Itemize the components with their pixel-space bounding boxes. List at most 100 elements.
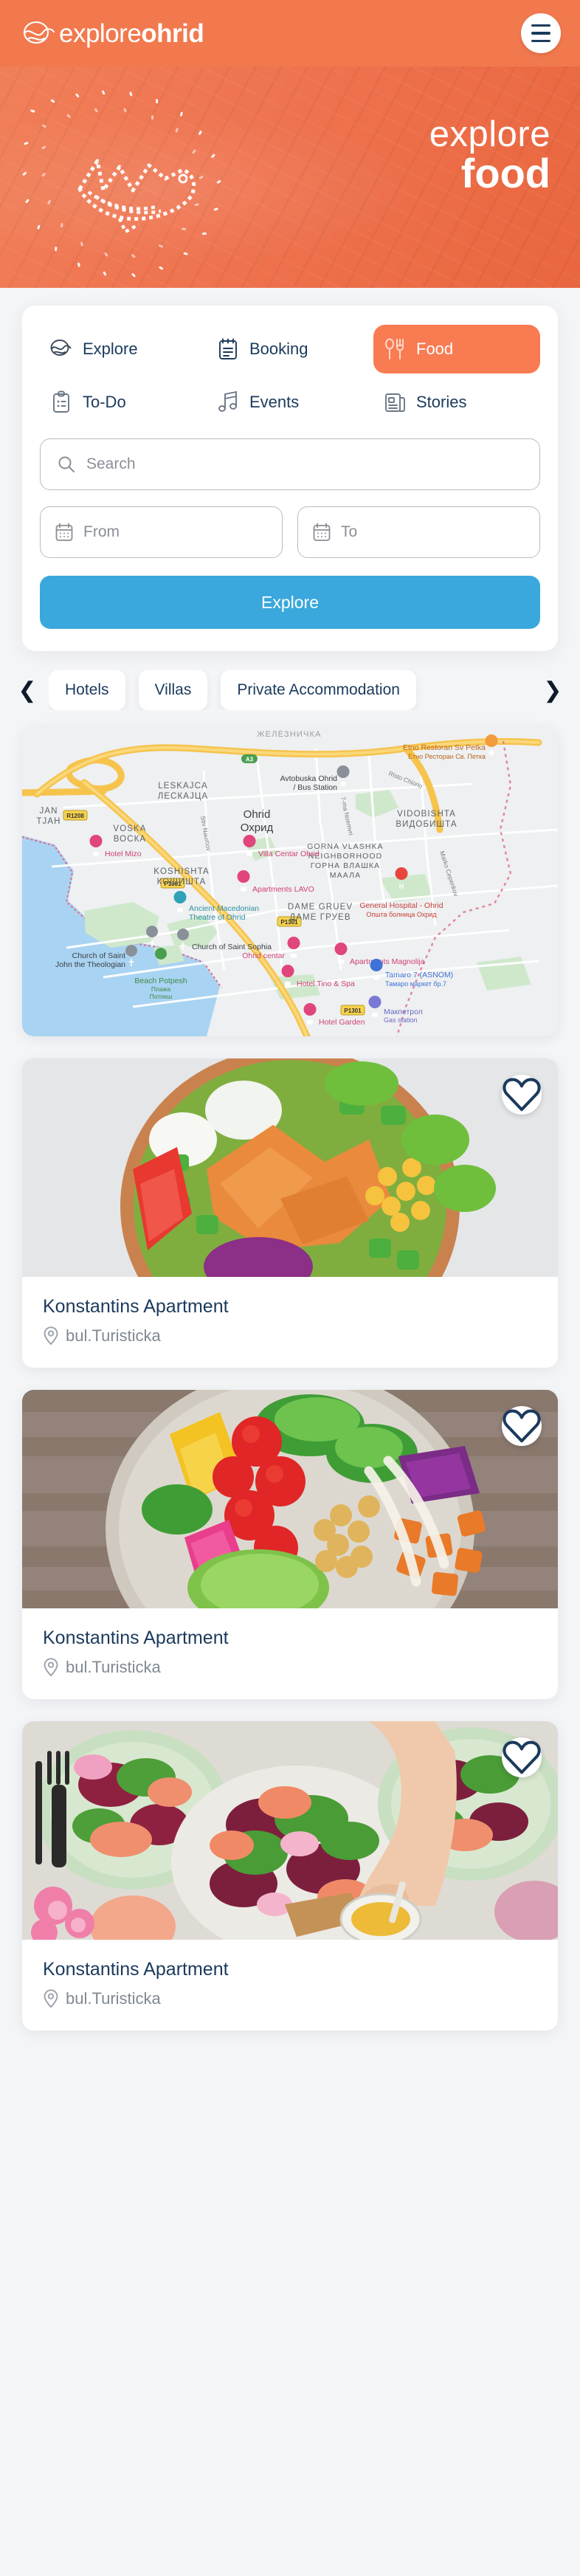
svg-text:ВИДОБИШТА: ВИДОБИШТА (396, 820, 457, 829)
road-shield: P1301 (340, 1005, 365, 1016)
listing-location: bul.Turisticka (43, 1326, 537, 1346)
heart-outline-icon (503, 1078, 541, 1112)
brand-logo[interactable]: exploreohrid (22, 18, 204, 48)
filter-chip-private-accommodation[interactable]: Private Accommodation (221, 670, 416, 710)
svg-text:Gas station: Gas station (384, 1016, 418, 1024)
svg-text:P1301: P1301 (344, 1008, 362, 1014)
clipboard-check-icon (49, 390, 74, 415)
svg-text:Ancient Macedonian: Ancient Macedonian (189, 904, 259, 913)
listing-title: Konstantins Apartment (43, 1296, 229, 1317)
road-shield: A3 (241, 754, 258, 763)
heart-outline-icon (503, 1409, 541, 1443)
search-input[interactable]: Search (40, 438, 540, 490)
nav-label-events: Events (249, 393, 300, 411)
svg-text:ГОРНА ВЛАШКА: ГОРНА ВЛАШКА (311, 861, 381, 870)
nav-item-todo[interactable]: To-Do (40, 378, 207, 427)
listing-details: Konstantins Apartment bul.Turisticka (22, 1608, 558, 1699)
listing-details: Konstantins Apartment bul.Turisticka (22, 1277, 558, 1368)
svg-text:Општа болница Охрид: Општа болница Охрид (366, 911, 437, 918)
nav-item-food[interactable]: Food (373, 325, 540, 373)
svg-text:Villa Centar Ohrid: Villa Centar Ohrid (258, 850, 320, 858)
filter-chips-row: ❮ Hotels Villas Private Accommodation ❯ (0, 651, 580, 726)
svg-text:МААЛА: МААЛА (330, 871, 361, 880)
svg-text:/ Bus Station: / Bus Station (293, 783, 337, 792)
chevron-right-icon[interactable]: ❯ (540, 674, 565, 706)
svg-text:Etno Restoran Sv Petka: Etno Restoran Sv Petka (403, 743, 486, 752)
calendar-icon (55, 523, 73, 541)
search-panel: Explore Booking Food To-Do Events Storie… (22, 306, 558, 651)
salad-bowl-photo (22, 1058, 558, 1277)
nav-item-events[interactable]: Events (207, 378, 373, 427)
listing-card[interactable]: Konstantins Apartment bul.Turisticka (22, 1721, 558, 2031)
favorite-button[interactable] (502, 1738, 542, 1777)
svg-text:Потпеш: Потпеш (150, 993, 173, 1000)
dotted-fish-illustration (22, 90, 221, 278)
listing-image (22, 1721, 558, 1940)
svg-text:Плажа: Плажа (151, 985, 170, 993)
nav-label-food: Food (416, 340, 454, 358)
ohrid-map: R1208 P1301 A3 P1301 P1301 LESKAJCA ЛЕСК… (22, 726, 558, 1036)
listing-location: bul.Turisticka (43, 1658, 537, 1677)
svg-text:H: H (399, 883, 404, 890)
favorite-button[interactable] (502, 1406, 542, 1446)
explore-submit-button[interactable]: Explore (40, 576, 540, 629)
map-widget[interactable]: R1208 P1301 A3 P1301 P1301 LESKAJCA ЛЕСК… (22, 726, 558, 1036)
heart-outline-icon (503, 1740, 541, 1774)
filter-chips: Hotels Villas Private Accommodation (49, 670, 531, 710)
listing-card[interactable]: Konstantins Apartment bul.Turisticka (22, 1058, 558, 1368)
svg-text:John the Theologian: John the Theologian (55, 960, 125, 969)
map-pin-icon (44, 1326, 58, 1346)
svg-text:Макпетрол: Макпетрол (384, 1008, 423, 1016)
map-pin-icon (44, 1989, 58, 2008)
svg-text:Church of Saint Sophia: Church of Saint Sophia (192, 943, 272, 951)
nav-item-explore[interactable]: Explore (40, 325, 207, 373)
chevron-left-icon[interactable]: ❮ (15, 674, 40, 706)
app-screen: explore ohrid explore food Explore Bookin… (0, 0, 580, 2576)
hamburger-menu-icon[interactable] (521, 13, 561, 53)
compass-wave-icon (49, 337, 74, 362)
svg-text:Етно Ресторан Св. Петка: Етно Ресторан Св. Петка (408, 753, 486, 760)
date-from-placeholder: From (83, 523, 120, 540)
logo-bold: ohrid (141, 18, 204, 48)
svg-text:Hotel Tino & Spa: Hotel Tino & Spa (297, 979, 355, 988)
svg-text:VOSKA: VOSKA (113, 824, 146, 833)
listing-title: Konstantins Apartment (43, 1628, 229, 1648)
listing-location-text: bul.Turisticka (66, 1326, 161, 1345)
listing-image (22, 1390, 558, 1608)
date-to-placeholder: To (341, 523, 358, 540)
svg-text:General Hospital - Ohrid: General Hospital - Ohrid (359, 901, 443, 910)
svg-text:LESKAJCA: LESKAJCA (158, 782, 208, 791)
svg-text:ДАМЕ ГРУЕВ: ДАМЕ ГРУЕВ (289, 913, 351, 922)
listing-image (22, 1058, 558, 1277)
newspaper-icon (382, 390, 407, 415)
nav-item-stories[interactable]: Stories (373, 378, 540, 427)
svg-text:Ohrid: Ohrid (244, 808, 271, 821)
listing-details: Konstantins Apartment bul.Turisticka (22, 1940, 558, 2031)
date-to-input[interactable]: To (297, 506, 540, 558)
svg-text:Apartments Magnolija: Apartments Magnolija (350, 957, 425, 966)
svg-text:Avtobuska Ohrid: Avtobuska Ohrid (280, 774, 338, 783)
filter-chip-villas[interactable]: Villas (138, 670, 208, 710)
nav-item-booking[interactable]: Booking (207, 325, 373, 373)
favorite-button[interactable] (502, 1075, 542, 1115)
nav-label-stories: Stories (416, 393, 467, 411)
svg-text:ЖЕЛЕЗНИЧКА: ЖЕЛЕЗНИЧКА (257, 730, 321, 739)
filter-chip-hotels[interactable]: Hotels (49, 670, 125, 710)
listing-card[interactable]: Konstantins Apartment bul.Turisticka (22, 1390, 558, 1699)
spoon-fork-icon (382, 337, 407, 362)
calendar-icon (313, 523, 331, 541)
svg-text:Tamaro 7 (ASNOM): Tamaro 7 (ASNOM) (385, 971, 453, 979)
listing-location-text: bul.Turisticka (66, 1989, 161, 2008)
svg-text:Beach Potpesh: Beach Potpesh (134, 977, 187, 985)
listing-location-text: bul.Turisticka (66, 1658, 161, 1676)
hero-title-line1: explore (429, 114, 550, 154)
svg-text:R1208: R1208 (66, 813, 84, 819)
music-note-icon (215, 390, 241, 415)
date-from-input[interactable]: From (40, 506, 283, 558)
search-placeholder: Search (86, 455, 136, 472)
svg-text:TJAH: TJAH (36, 817, 61, 826)
svg-text:JAN: JAN (39, 807, 58, 816)
svg-text:Охрид: Охрид (241, 822, 274, 834)
svg-text:A3: A3 (246, 757, 254, 763)
hero-banner: explore food (0, 66, 580, 288)
